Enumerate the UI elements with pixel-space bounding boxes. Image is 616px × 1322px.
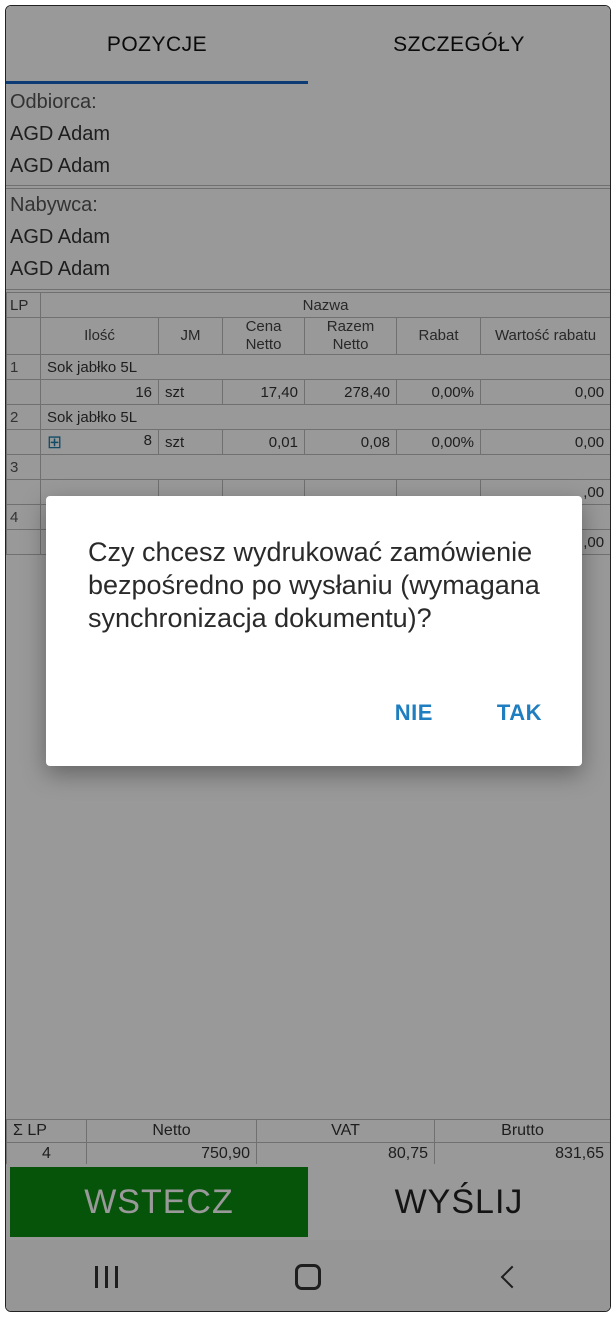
- dialog-yes-button[interactable]: TAK: [497, 700, 542, 726]
- dialog-message: Czy chcesz wydrukować zamówienie bezpośr…: [88, 537, 540, 633]
- app-screen: POZYCJE SZCZEGÓŁY Odbiorca: AGD Adam AGD…: [5, 5, 611, 1312]
- dialog-no-button[interactable]: NIE: [395, 700, 433, 726]
- dialog-actions: NIE TAK: [395, 700, 542, 726]
- print-confirm-dialog: Czy chcesz wydrukować zamówienie bezpośr…: [46, 496, 582, 766]
